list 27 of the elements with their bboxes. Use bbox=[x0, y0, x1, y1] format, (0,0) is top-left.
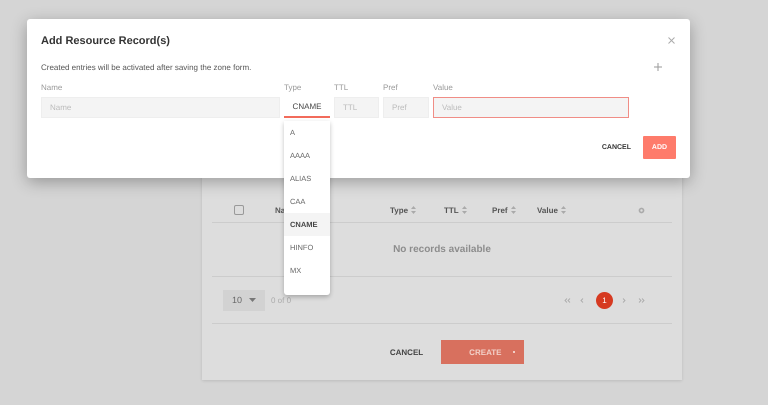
cancel-button[interactable]: CANCEL bbox=[390, 344, 424, 360]
add-icon[interactable] bbox=[654, 63, 662, 71]
page-button[interactable]: 1 bbox=[596, 292, 613, 308]
settings-icon[interactable] bbox=[638, 206, 645, 214]
field-label: TTL bbox=[334, 83, 350, 94]
close-icon[interactable] bbox=[668, 37, 675, 44]
empty-message: No records available bbox=[393, 244, 491, 255]
column-header[interactable]: Value bbox=[537, 206, 558, 214]
column-header[interactable]: Pref bbox=[492, 206, 508, 214]
sort-icon[interactable] bbox=[462, 206, 467, 214]
sort-icon[interactable] bbox=[510, 206, 516, 214]
dialog-title: Add Resource Record(s) bbox=[41, 34, 170, 46]
column-header[interactable]: Type bbox=[390, 206, 408, 214]
field-label: Value bbox=[433, 83, 454, 94]
field-label: Name bbox=[41, 83, 64, 94]
last-page-icon[interactable] bbox=[638, 298, 645, 302]
caret-icon bbox=[249, 298, 256, 302]
field-label: Pref bbox=[383, 83, 399, 94]
sort-icon[interactable] bbox=[560, 206, 566, 214]
description-text: Created entries will be activated after saving the zone form. bbox=[41, 62, 252, 72]
sort-icon[interactable] bbox=[411, 206, 416, 214]
field-label: Type bbox=[284, 83, 302, 94]
column-header[interactable]: TTL bbox=[444, 206, 459, 214]
checkbox[interactable] bbox=[234, 205, 244, 215]
page-size-select[interactable]: 10 bbox=[223, 290, 265, 310]
first-page-icon[interactable] bbox=[564, 298, 571, 302]
input-field[interactable]: Value bbox=[433, 97, 629, 118]
